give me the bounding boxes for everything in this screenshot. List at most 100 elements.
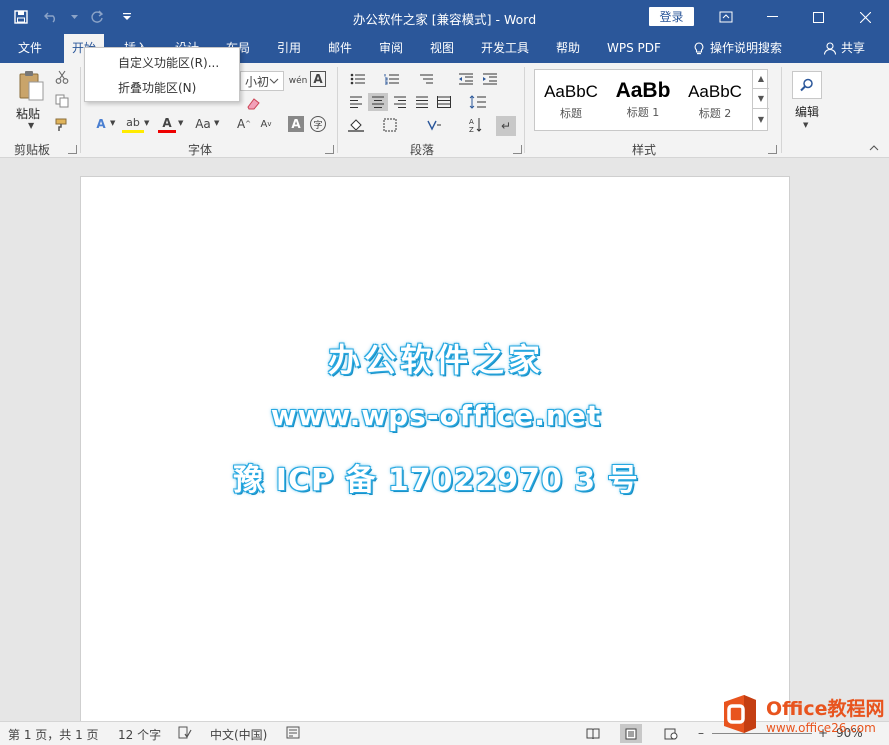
styles-gallery: AaBbC 标题 AaBb 标题 1 AaBbC 标题 2	[534, 69, 768, 131]
enclose-characters-icon[interactable]: 字	[310, 116, 326, 132]
chevron-down-icon[interactable]: ▼	[753, 89, 769, 109]
chinese-layout-icon[interactable]	[424, 116, 444, 134]
text-effects-dropdown-icon[interactable]: ▼	[110, 119, 115, 127]
word-count[interactable]: 12 个字	[118, 726, 161, 743]
style-sample: AaBbC	[688, 82, 742, 101]
show-formatting-marks-icon[interactable]: ↵	[496, 116, 516, 136]
tab-wps-pdf[interactable]: WPS PDF	[599, 34, 669, 63]
highlight-dropdown-icon[interactable]: ▼	[144, 119, 149, 127]
tab-mailings[interactable]: 邮件	[320, 34, 360, 63]
paragraph-group-label: 段落	[409, 143, 434, 157]
styles-launcher-icon[interactable]	[768, 145, 777, 154]
sort-icon[interactable]: AZ	[466, 116, 486, 134]
increase-indent-icon[interactable]	[480, 71, 500, 87]
editing-button-label[interactable]: 编辑	[795, 103, 819, 120]
tab-file[interactable]: 文件	[10, 34, 50, 63]
shrink-font-icon[interactable]: Av	[258, 115, 274, 133]
paste-icon[interactable]	[16, 69, 46, 103]
collapse-ribbon-item[interactable]: 折叠功能区(N)	[85, 76, 239, 100]
font-size-combobox[interactable]: 小初	[240, 71, 284, 91]
character-border-icon[interactable]: A	[310, 71, 326, 87]
document-line-2: www.wps-office.net	[270, 399, 602, 432]
undo-icon[interactable]	[40, 6, 62, 28]
font-color-icon[interactable]: A	[158, 115, 176, 133]
editing-dropdown-icon[interactable]: ▼	[803, 121, 808, 129]
borders-icon[interactable]	[380, 116, 400, 134]
align-left-icon[interactable]	[346, 93, 366, 111]
change-case-dropdown-icon[interactable]: ▼	[214, 119, 219, 127]
zoom-out-icon[interactable]: –	[698, 726, 704, 740]
tab-developer[interactable]: 开发工具	[473, 34, 537, 63]
watermark-brand: Office教程网	[766, 697, 885, 720]
grow-font-icon[interactable]: A ^	[236, 115, 252, 133]
align-center-icon[interactable]	[368, 93, 388, 111]
tell-me-search[interactable]: 操作说明搜索	[686, 34, 790, 63]
distributed-icon[interactable]	[434, 93, 454, 111]
undo-dropdown-icon[interactable]	[70, 6, 78, 28]
print-layout-icon[interactable]	[620, 724, 642, 743]
tab-references[interactable]: 引用	[269, 34, 309, 63]
paragraph-launcher-icon[interactable]	[513, 145, 522, 154]
more-styles-icon[interactable]: ▼	[753, 109, 769, 129]
tab-view[interactable]: 视图	[422, 34, 462, 63]
close-icon[interactable]	[841, 0, 889, 34]
decrease-indent-icon[interactable]	[456, 71, 476, 87]
font-launcher-icon[interactable]	[325, 145, 334, 154]
find-icon[interactable]	[792, 71, 822, 99]
tab-review[interactable]: 审阅	[371, 34, 411, 63]
customize-ribbon-item[interactable]: 自定义功能区(R)...	[85, 51, 239, 75]
tab-help[interactable]: 帮助	[548, 34, 588, 63]
quick-access-toolbar	[10, 0, 138, 34]
maximize-icon[interactable]	[795, 0, 841, 34]
save-icon[interactable]	[10, 6, 32, 28]
collapse-ribbon-icon[interactable]	[869, 143, 879, 154]
justify-icon[interactable]	[412, 93, 432, 111]
align-right-icon[interactable]	[390, 93, 410, 111]
title-bar: 办公软件之家 [兼容模式] - Word 登录	[0, 0, 889, 34]
style-item-heading-1[interactable]: AaBb 标题 1	[607, 70, 679, 130]
style-name: 标题 1	[626, 106, 660, 119]
style-item-heading-2[interactable]: AaBbC 标题 2	[679, 70, 751, 130]
chevron-up-icon[interactable]: ▲	[753, 69, 769, 89]
read-mode-icon[interactable]	[582, 724, 604, 743]
numbering-icon[interactable]	[382, 71, 402, 87]
change-case-icon[interactable]: Aa	[192, 115, 214, 133]
paste-button-label[interactable]: 粘贴	[16, 105, 40, 122]
cut-icon[interactable]	[54, 69, 70, 85]
highlight-color-icon[interactable]: ab	[122, 115, 144, 133]
web-layout-icon[interactable]	[660, 724, 682, 743]
multilevel-list-icon[interactable]	[416, 71, 436, 87]
watermark-url: www.office26.com	[766, 720, 876, 735]
share-label: 共享	[840, 41, 865, 55]
page-info[interactable]: 第 1 页，共 1 页	[8, 726, 99, 743]
share-button[interactable]: 共享	[823, 34, 865, 63]
font-color-dropdown-icon[interactable]: ▼	[178, 119, 183, 127]
font-size-value: 小初	[245, 74, 270, 89]
clipboard-launcher-icon[interactable]	[68, 145, 77, 154]
phonetic-guide-icon[interactable]: wén	[289, 71, 308, 91]
line-spacing-icon[interactable]	[466, 93, 490, 111]
bullets-icon[interactable]	[348, 71, 368, 87]
paste-dropdown-icon[interactable]: ▼	[28, 121, 34, 130]
redo-icon[interactable]	[86, 6, 108, 28]
vertical-scrollbar[interactable]	[872, 158, 889, 721]
copy-icon[interactable]	[54, 93, 70, 109]
customize-qat-icon[interactable]	[116, 6, 138, 28]
character-shading-icon[interactable]: A	[288, 116, 304, 132]
style-name: 标题	[560, 107, 582, 120]
clipboard-group-label: 剪贴板	[13, 143, 50, 157]
text-effects-icon[interactable]: A	[90, 115, 112, 133]
document-page[interactable]: 办公软件之家 www.wps-office.net 豫 ICP 备 170229…	[80, 176, 790, 736]
language[interactable]: 中文(中国)	[210, 726, 267, 743]
format-painter-icon[interactable]	[54, 117, 70, 133]
ribbon-context-menu: 自定义功能区(R)... 折叠功能区(N)	[84, 47, 240, 102]
ribbon-display-options-icon[interactable]	[703, 0, 749, 34]
minimize-icon[interactable]	[749, 0, 795, 34]
login-button[interactable]: 登录	[649, 7, 694, 26]
font-group-label: 字体	[187, 143, 212, 157]
clear-formatting-icon[interactable]	[244, 95, 262, 113]
style-item-title[interactable]: AaBbC 标题	[535, 70, 607, 130]
shading-icon[interactable]	[346, 116, 366, 134]
macro-recording-icon[interactable]	[286, 726, 300, 742]
proofing-icon[interactable]	[178, 726, 192, 742]
